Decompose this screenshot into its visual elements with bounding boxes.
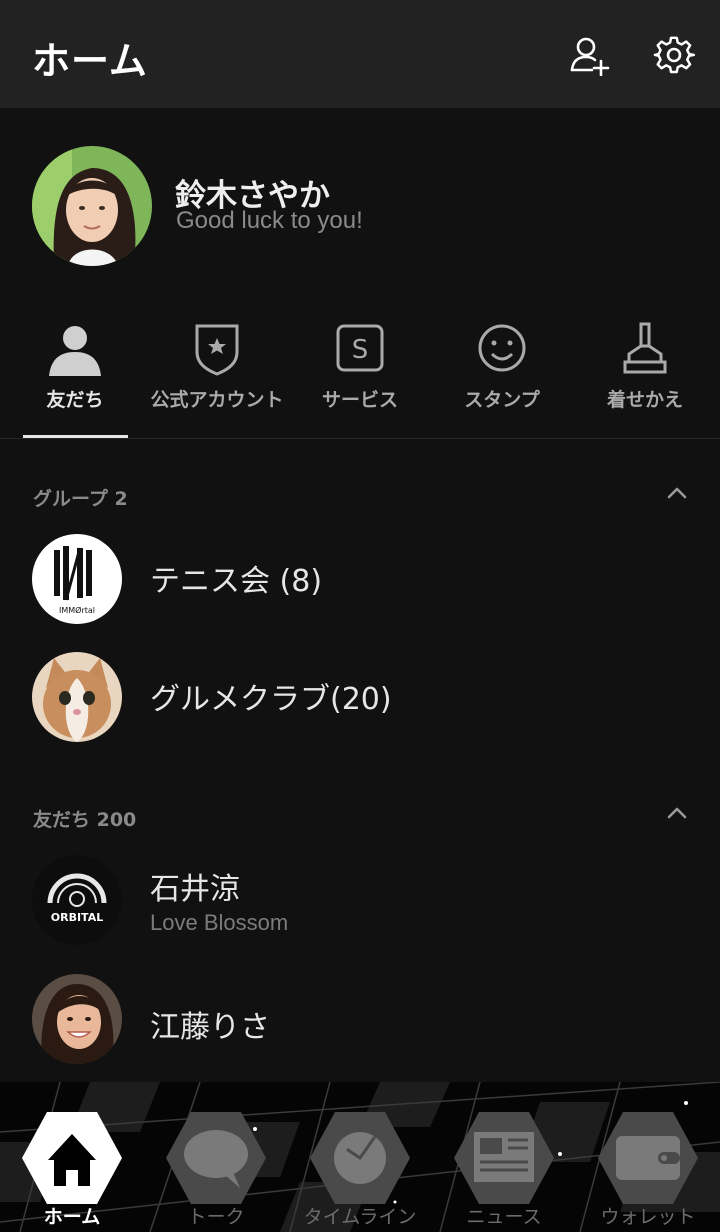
tab-label: 公式アカウント — [150, 389, 284, 411]
chevron-up-icon[interactable] — [666, 486, 688, 500]
nav-label: ニュース — [466, 1206, 542, 1228]
friend-name: 石井涼 — [150, 872, 240, 907]
friend-avatar — [32, 974, 122, 1064]
tab-label: 着せかえ — [606, 389, 683, 411]
group-avatar: IMMØrtal — [32, 534, 122, 624]
tab-themes[interactable]: 着せかえ — [570, 318, 720, 436]
app-header: ホーム — [0, 0, 720, 108]
tab-label: 友だち — [46, 389, 104, 411]
divider — [0, 438, 720, 439]
group-avatar — [32, 652, 122, 742]
profile-avatar[interactable] — [32, 146, 152, 266]
page-title: ホーム — [32, 39, 148, 83]
gear-icon — [653, 36, 696, 74]
newspaper-icon — [454, 1112, 554, 1204]
clock-icon — [310, 1112, 410, 1204]
nav-wallet[interactable]: ウォレット — [576, 1082, 720, 1232]
friend-avatar-logo-text: ORBITAL — [51, 911, 103, 924]
tab-label: スタンプ — [464, 389, 540, 411]
friend-name: 江藤りさ — [150, 1010, 270, 1045]
tab-label: サービス — [321, 389, 398, 411]
settings-button[interactable] — [653, 34, 696, 76]
friend-avatar: ORBITAL — [32, 855, 122, 945]
wallet-icon — [598, 1112, 698, 1204]
service-s-icon: S — [336, 324, 384, 372]
nav-home[interactable]: ホーム — [0, 1082, 144, 1232]
group-avatar-logo-text: IMMØrtal — [59, 605, 95, 615]
groups-section-header[interactable]: グループ 2 — [33, 484, 128, 511]
nav-news[interactable]: ニュース — [432, 1082, 576, 1232]
home-icon — [22, 1112, 122, 1204]
list-item[interactable]: ORBITAL 石井涼 Love Blossom — [0, 840, 720, 958]
chevron-up-icon[interactable] — [666, 806, 688, 820]
svg-text:S: S — [352, 335, 369, 365]
add-friend-icon — [570, 37, 610, 77]
friends-section-header[interactable]: 友だち 200 — [33, 805, 136, 832]
group-name: グルメクラブ(20) — [150, 682, 392, 717]
list-item[interactable]: 江藤りさ — [0, 958, 720, 1076]
chat-bubble-icon — [166, 1112, 266, 1204]
list-item[interactable]: IMMØrtal テニス会 (8) — [0, 520, 720, 638]
add-friend-button[interactable] — [568, 34, 610, 77]
official-badge-icon — [195, 324, 239, 376]
tab-official-accounts[interactable]: 公式アカウント — [142, 318, 292, 436]
tab-friends[interactable]: 友だち — [0, 318, 150, 436]
group-name: テニス会 (8) — [150, 564, 323, 599]
nav-label: ホーム — [43, 1206, 101, 1228]
tab-services[interactable]: S サービス — [285, 318, 435, 436]
list-item[interactable]: グルメクラブ(20) — [0, 638, 720, 756]
bottom-navigation: ホーム トーク タイムライン ニュース ウォレット — [0, 1082, 720, 1232]
brush-icon — [623, 322, 667, 374]
tab-stickers[interactable]: スタンプ — [427, 318, 577, 436]
nav-talk[interactable]: トーク — [144, 1082, 288, 1232]
smiley-icon — [478, 324, 526, 372]
friend-status-message: Love Blossom — [150, 910, 289, 935]
nav-label: トーク — [187, 1206, 245, 1228]
nav-label: ウォレット — [600, 1206, 696, 1228]
nav-timeline[interactable]: タイムライン — [288, 1082, 432, 1232]
person-icon — [49, 326, 101, 376]
profile-status-message[interactable]: Good luck to you! — [176, 207, 363, 235]
nav-label: タイムライン — [303, 1206, 417, 1228]
